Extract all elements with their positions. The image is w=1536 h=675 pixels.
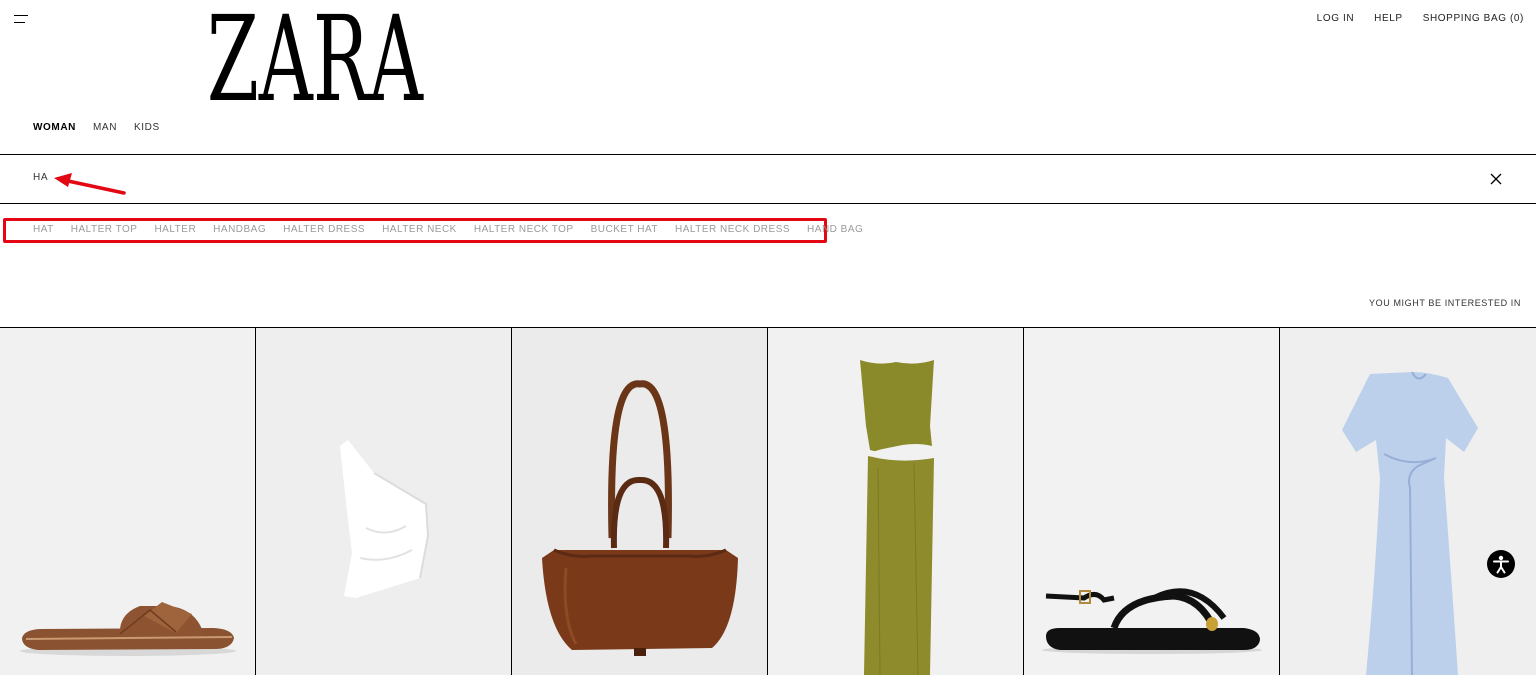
suggestion-item[interactable]: HAND BAG (807, 224, 863, 235)
recommendations-heading: YOU MIGHT BE INTERESTED IN (1369, 298, 1521, 308)
logo-text: ZARA (207, 8, 424, 104)
login-link[interactable]: LOG IN (1317, 13, 1355, 24)
top-nav: LOG IN HELP SHOPPING BAG (0) (1317, 13, 1524, 24)
suggestion-item[interactable]: HANDBAG (213, 224, 266, 235)
product-card-top[interactable] (256, 328, 512, 675)
product-card-blue-dress[interactable] (1280, 328, 1536, 675)
accessibility-icon[interactable] (1487, 550, 1515, 578)
product-card-strap-sandal[interactable] (1024, 328, 1280, 675)
tab-kids[interactable]: KIDS (134, 122, 160, 133)
product-card-sandal[interactable] (0, 328, 256, 675)
tab-woman[interactable]: WOMAN (33, 122, 76, 133)
menu-icon[interactable] (14, 12, 30, 26)
search-bar (0, 154, 1536, 204)
dress-icon (860, 360, 934, 675)
sandal-icon (20, 602, 236, 656)
search-input[interactable] (33, 172, 1433, 183)
suggestion-item[interactable]: HALTER (154, 224, 196, 235)
suggestion-item[interactable]: HAT (33, 224, 54, 235)
close-icon[interactable] (1488, 171, 1504, 187)
bag-icon (542, 380, 738, 656)
suggestion-item[interactable]: HALTER NECK DRESS (675, 224, 790, 235)
blue-dress-icon (1342, 371, 1478, 675)
help-link[interactable]: HELP (1374, 13, 1403, 24)
product-card-bag[interactable] (512, 328, 768, 675)
tab-man[interactable]: MAN (93, 122, 117, 133)
suggestion-item[interactable]: HALTER TOP (71, 224, 138, 235)
suggestion-item[interactable]: HALTER DRESS (283, 224, 365, 235)
zara-logo[interactable]: ZARA (207, 0, 425, 128)
suggestion-item[interactable]: BUCKET HAT (591, 224, 658, 235)
top-icon (340, 440, 430, 598)
suggestion-item[interactable]: HALTER NECK (382, 224, 457, 235)
gender-tabs: WOMAN MAN KIDS (33, 122, 160, 133)
strap-sandal-icon (1042, 588, 1262, 654)
annotation-arrow-icon (50, 172, 130, 200)
shopping-bag-link[interactable]: SHOPPING BAG (0) (1423, 13, 1524, 24)
suggestion-item[interactable]: HALTER NECK TOP (474, 224, 574, 235)
search-suggestions: HAT HALTER TOP HALTER HANDBAG HALTER DRE… (33, 224, 863, 235)
product-card-dress[interactable] (768, 328, 1024, 675)
product-grid (0, 327, 1536, 675)
